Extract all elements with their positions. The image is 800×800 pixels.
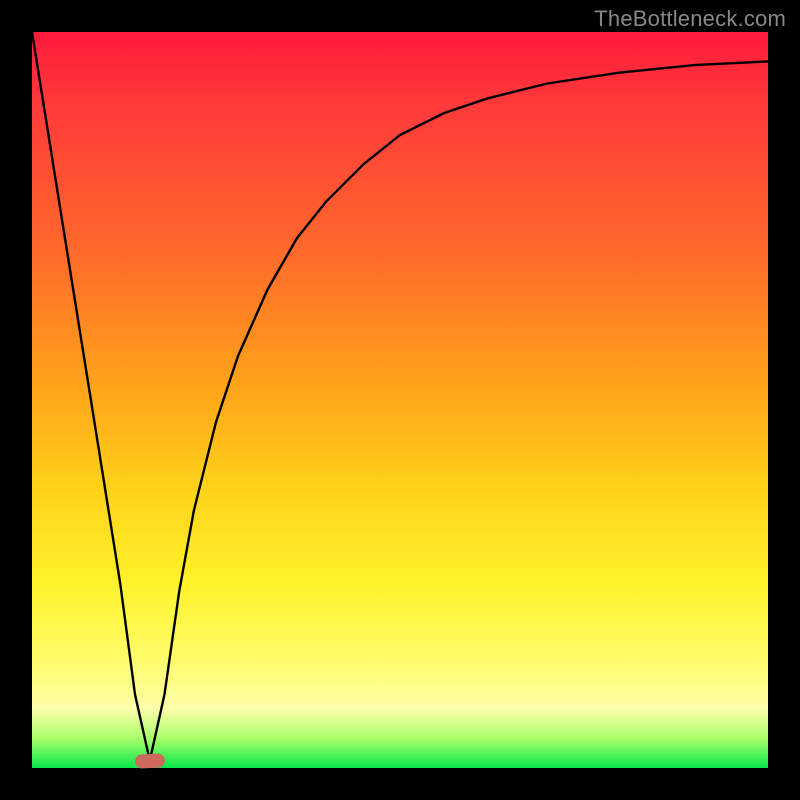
- curve-path: [32, 32, 768, 761]
- bottleneck-curve: [32, 32, 768, 768]
- plot-area: [32, 32, 768, 768]
- watermark-text: TheBottleneck.com: [594, 6, 786, 32]
- optimum-marker: [134, 753, 165, 769]
- chart-frame: TheBottleneck.com: [0, 0, 800, 800]
